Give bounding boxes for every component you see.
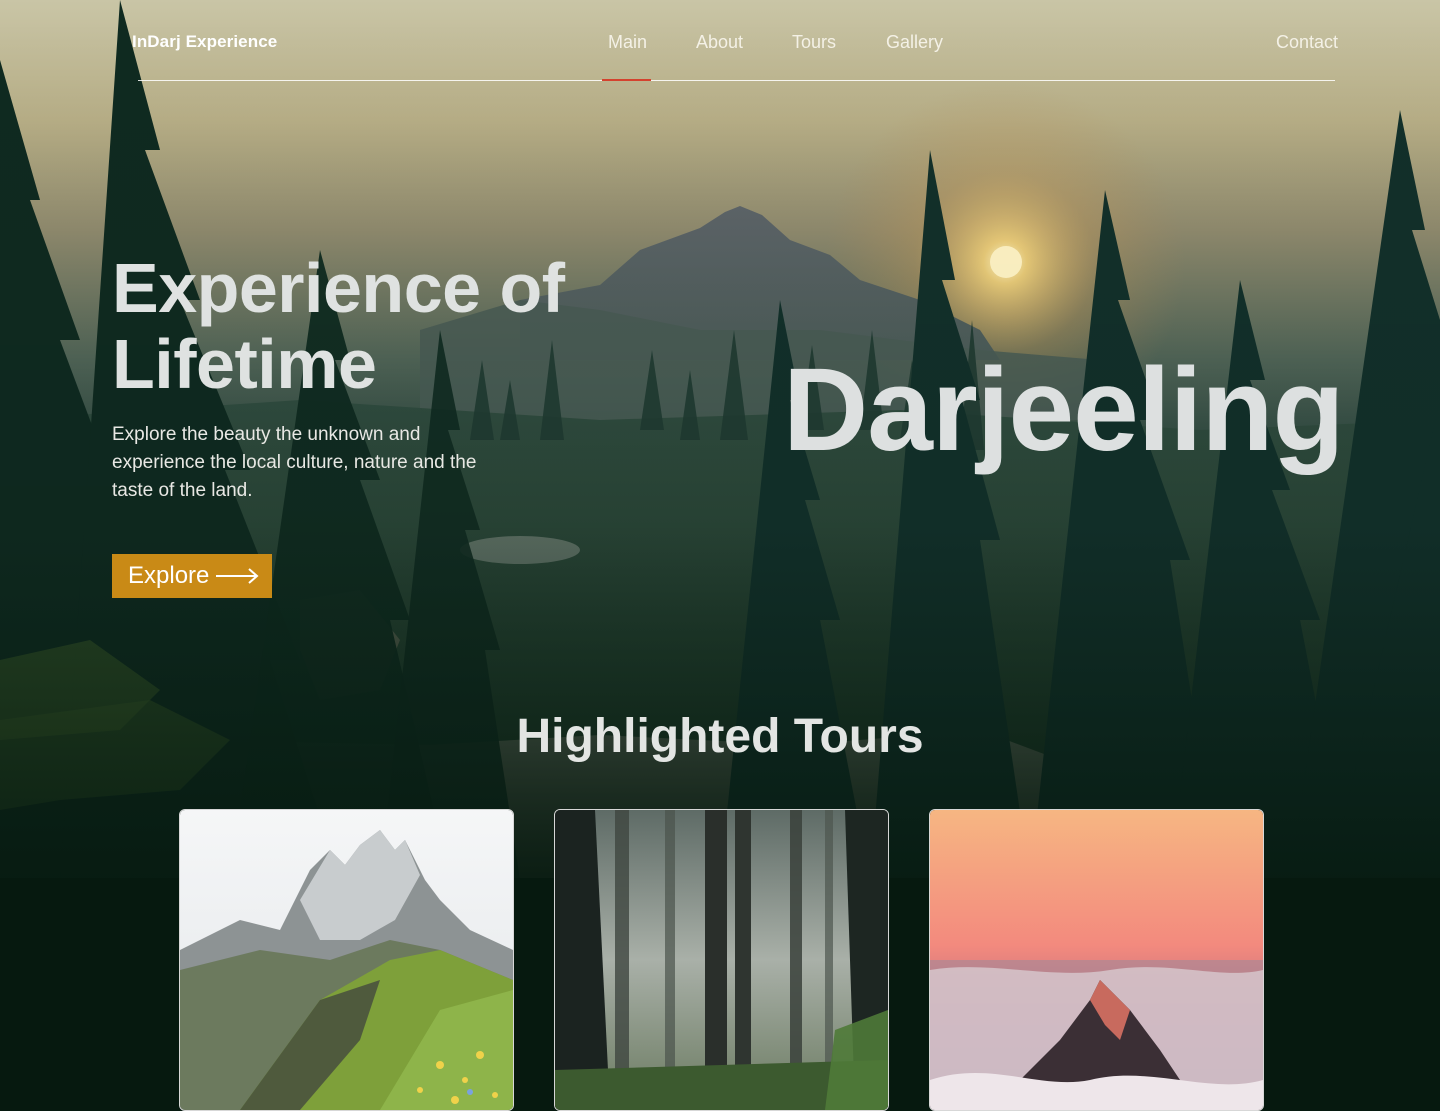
nav-link-about[interactable]: About	[696, 32, 743, 53]
hero-title: Experience of Lifetime	[112, 249, 565, 403]
mountain-meadow-image	[180, 810, 513, 1110]
brand-logo-text[interactable]: InDarj Experience	[132, 32, 277, 52]
peak-above-clouds-image	[930, 810, 1263, 1110]
explore-button[interactable]: Explore	[112, 554, 272, 598]
explore-button-label: Explore	[128, 562, 210, 589]
top-navigation: InDarj Experience Main About Tours Galle…	[0, 0, 1440, 82]
arrow-right-icon	[216, 568, 259, 584]
nav-link-tours[interactable]: Tours	[792, 32, 836, 53]
nav-link-contact[interactable]: Contact	[1276, 32, 1338, 53]
tour-card[interactable]	[179, 809, 514, 1111]
highlighted-tours-title: Highlighted Tours	[516, 710, 924, 763]
tour-card[interactable]	[554, 809, 889, 1111]
tour-card[interactable]	[929, 809, 1264, 1111]
nav-divider	[138, 80, 1335, 81]
hero-description: Explore the beauty the unknown and exper…	[112, 424, 477, 501]
destination-name: Darjeeling	[783, 344, 1345, 476]
misty-forest-image	[555, 810, 888, 1110]
nav-link-main[interactable]: Main	[608, 32, 647, 53]
nav-link-gallery[interactable]: Gallery	[886, 32, 943, 53]
active-nav-indicator	[602, 79, 651, 81]
